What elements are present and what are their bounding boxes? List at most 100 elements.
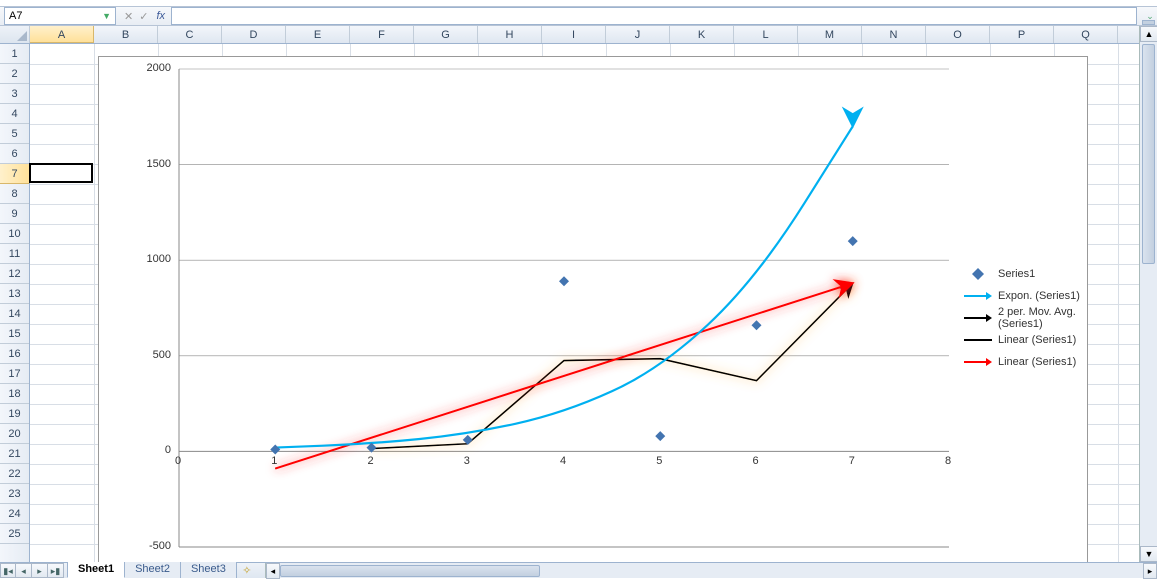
x-tick-label: 4 [560,455,566,467]
row-header[interactable]: 10 [0,224,29,244]
column-header[interactable]: G [414,26,478,43]
tab-nav-prev-icon[interactable]: ◂ [16,563,32,578]
row-header[interactable]: 19 [0,404,29,424]
embedded-chart[interactable]: Series1Expon. (Series1)2 per. Mov. Avg. … [98,56,1088,562]
tab-nav-first-icon[interactable]: ▮◂ [0,563,16,578]
horizontal-scrollbar[interactable]: ◂ ▸ [265,563,1157,578]
formula-bar-row: A7 ▼ ✕ ✓ fx ⌄ [0,6,1157,26]
x-tick-label: 8 [945,455,951,467]
hscroll-thumb[interactable] [280,565,540,577]
chart-svg [179,69,949,547]
y-tick-label: -500 [131,540,171,552]
row-header[interactable]: 24 [0,504,29,524]
insert-sheet-icon[interactable]: ✧ [237,563,257,578]
sheet-tab[interactable]: Sheet1 [67,562,125,578]
row-header[interactable]: 12 [0,264,29,284]
column-header[interactable]: J [606,26,670,43]
row-header[interactable]: 7 [0,164,29,184]
row-header[interactable]: 6 [0,144,29,164]
y-tick-label: 0 [131,444,171,456]
row-header[interactable]: 21 [0,444,29,464]
scroll-down-icon[interactable]: ▼ [1140,546,1157,562]
legend-swatch-icon [964,267,992,281]
x-tick-label: 5 [656,455,662,467]
column-header[interactable]: F [350,26,414,43]
split-handle-v[interactable] [1142,20,1155,25]
row-header[interactable]: 25 [0,524,29,544]
vscroll-thumb[interactable] [1142,44,1155,264]
name-box-dropdown-icon[interactable]: ▼ [102,11,111,21]
row-header[interactable]: 16 [0,344,29,364]
column-header[interactable]: A [30,26,94,43]
name-box-value: A7 [9,10,22,22]
column-header-row: ABCDEFGHIJKLMNOPQ [0,26,1139,44]
scroll-left-icon[interactable]: ◂ [266,563,280,579]
legend-item: Expon. (Series1) [964,285,1086,307]
column-header[interactable]: D [222,26,286,43]
cell-grid[interactable]: Series1Expon. (Series1)2 per. Mov. Avg. … [30,44,1139,562]
row-header[interactable]: 3 [0,84,29,104]
row-header[interactable]: 23 [0,484,29,504]
select-all-triangle[interactable] [0,26,30,43]
x-tick-label: 0 [175,455,181,467]
column-header[interactable]: O [926,26,990,43]
legend-item: 2 per. Mov. Avg. (Series1) [964,307,1086,329]
x-tick-label: 6 [753,455,759,467]
column-header[interactable]: N [862,26,926,43]
legend-label: Linear (Series1) [998,334,1076,346]
y-tick-label: 1000 [131,253,171,265]
scroll-up-icon[interactable]: ▲ [1140,26,1157,42]
x-tick-label: 3 [464,455,470,467]
column-header[interactable]: M [798,26,862,43]
formula-enter-icon: ✓ [137,10,150,23]
legend-swatch-icon [964,333,992,347]
worksheet-area: 1234567891011121314151617181920212223242… [0,44,1139,562]
column-header[interactable]: K [670,26,734,43]
row-header[interactable]: 17 [0,364,29,384]
row-header[interactable]: 11 [0,244,29,264]
sheet-tabs: Sheet1Sheet2Sheet3 [68,563,237,578]
row-header[interactable]: 2 [0,64,29,84]
row-header[interactable]: 14 [0,304,29,324]
x-tick-label: 7 [849,455,855,467]
formula-cancel-icon: ✕ [122,10,135,23]
legend-swatch-icon [964,311,992,325]
legend-label: Expon. (Series1) [998,290,1080,302]
row-header[interactable]: 8 [0,184,29,204]
row-header[interactable]: 15 [0,324,29,344]
row-header[interactable]: 18 [0,384,29,404]
row-header[interactable]: 5 [0,124,29,144]
row-header-column: 1234567891011121314151617181920212223242… [0,44,30,562]
row-header[interactable]: 1 [0,44,29,64]
tab-nav-next-icon[interactable]: ▸ [32,563,48,578]
legend-swatch-icon [964,289,992,303]
tab-nav-last-icon[interactable]: ▸▮ [48,563,64,578]
tab-nav-buttons: ▮◂ ◂ ▸ ▸▮ [0,563,64,578]
name-box[interactable]: A7 ▼ [4,7,116,25]
y-tick-label: 500 [131,349,171,361]
column-header[interactable]: L [734,26,798,43]
y-tick-label: 2000 [131,62,171,74]
legend-label: 2 per. Mov. Avg. (Series1) [998,306,1086,330]
column-header[interactable]: H [478,26,542,43]
sheet-tab[interactable]: Sheet3 [180,562,237,578]
fx-icon[interactable]: fx [156,10,165,22]
row-header[interactable]: 22 [0,464,29,484]
legend-label: Linear (Series1) [998,356,1076,368]
column-header[interactable]: I [542,26,606,43]
scroll-right-icon[interactable]: ▸ [1143,563,1157,579]
row-header[interactable]: 4 [0,104,29,124]
formula-input[interactable] [171,7,1137,25]
row-header[interactable]: 13 [0,284,29,304]
column-header[interactable]: C [158,26,222,43]
column-header[interactable]: E [286,26,350,43]
y-tick-label: 1500 [131,158,171,170]
x-tick-label: 2 [368,455,374,467]
row-header[interactable]: 20 [0,424,29,444]
vertical-scrollbar[interactable]: ▲ ▼ [1139,26,1157,562]
column-header[interactable]: B [94,26,158,43]
column-header[interactable]: P [990,26,1054,43]
row-header[interactable]: 9 [0,204,29,224]
sheet-tab[interactable]: Sheet2 [124,562,181,578]
column-header[interactable]: Q [1054,26,1118,43]
